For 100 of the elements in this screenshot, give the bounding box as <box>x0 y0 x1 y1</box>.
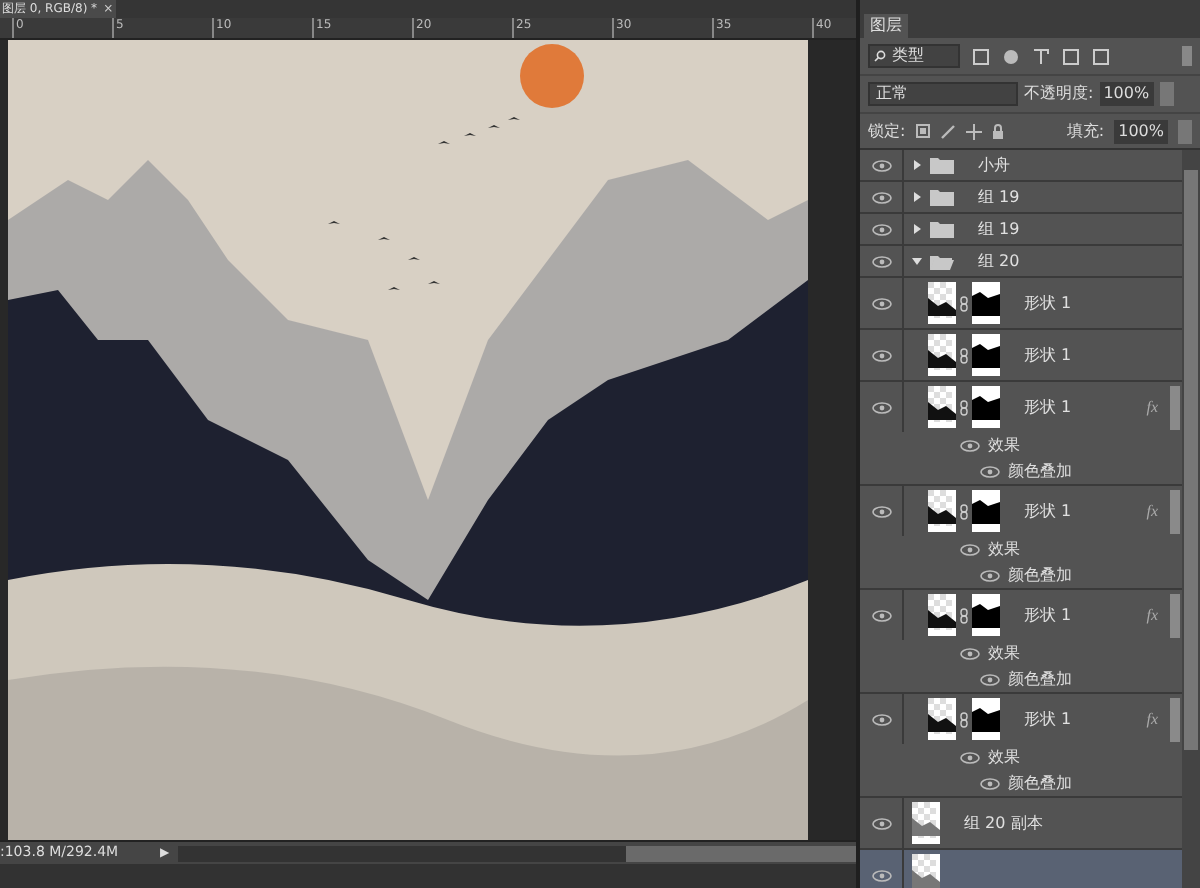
eye-icon[interactable] <box>980 673 1000 685</box>
eye-icon[interactable] <box>960 543 980 555</box>
opacity-slider-button[interactable] <box>1159 82 1174 106</box>
effects-label: 效果 <box>988 537 1020 561</box>
eye-icon[interactable] <box>980 777 1000 789</box>
fx-label: fx <box>1146 395 1158 419</box>
search-icon <box>874 50 886 62</box>
text-filter-icon[interactable] <box>1032 47 1050 65</box>
layer-thumbnail <box>912 802 940 844</box>
eye-icon[interactable] <box>871 505 891 517</box>
fx-label: fx <box>1146 707 1158 731</box>
brush-icon[interactable] <box>939 123 956 139</box>
layer-name: 形状 1 <box>1024 291 1072 315</box>
link-icon <box>960 711 968 727</box>
layer-row[interactable]: 形状 1 <box>860 278 1182 330</box>
layer-row[interactable]: 形状 1 fx 效果 颜色叠加 <box>860 382 1182 486</box>
layer-thumbnail <box>928 334 956 376</box>
eye-icon[interactable] <box>871 223 891 235</box>
adjustment-filter-icon[interactable] <box>1002 47 1020 65</box>
effects-toggle[interactable] <box>1170 385 1180 429</box>
vertical-scrollbar[interactable] <box>1182 150 1200 888</box>
link-icon <box>960 607 968 623</box>
disclosure-triangle-icon[interactable] <box>912 224 922 234</box>
layer-row[interactable]: 形状 1 <box>860 330 1182 382</box>
layer-name: 形状 1 <box>1024 395 1072 419</box>
effects-label: 效果 <box>988 745 1020 769</box>
disclosure-triangle-icon[interactable] <box>912 160 922 170</box>
eye-icon[interactable] <box>871 159 891 171</box>
fx-label: fx <box>1146 603 1158 627</box>
lock-label: 锁定: <box>868 119 906 143</box>
layer-row[interactable]: 小舟 <box>860 150 1182 182</box>
layer-thumbnail <box>928 282 956 324</box>
layer-thumbnail <box>928 698 956 740</box>
link-icon <box>960 503 968 519</box>
layer-row[interactable]: 组 20 副本 <box>860 798 1182 850</box>
effects-toggle[interactable] <box>1170 489 1180 533</box>
layer-row[interactable]: 组 19 <box>860 214 1182 246</box>
effects-toggle[interactable] <box>1170 593 1180 637</box>
layer-row[interactable]: 形状 1 fx 效果 颜色叠加 <box>860 694 1182 798</box>
disclosure-triangle-icon[interactable] <box>912 256 922 266</box>
effect-name: 颜色叠加 <box>1008 459 1072 483</box>
layer-thumbnail <box>928 490 956 532</box>
pixel-filter-icon[interactable] <box>972 47 990 65</box>
folder-icon <box>930 157 954 173</box>
link-icon <box>960 399 968 415</box>
lock-pixels-icon[interactable] <box>915 124 930 138</box>
layer-name: 形状 1 <box>1024 603 1072 627</box>
shape-filter-icon[interactable] <box>1062 47 1080 65</box>
mask-thumbnail <box>972 334 1000 376</box>
effects-label: 效果 <box>988 641 1020 665</box>
eye-icon[interactable] <box>871 191 891 203</box>
link-icon <box>960 295 968 311</box>
eye-icon[interactable] <box>871 401 891 413</box>
eye-icon[interactable] <box>871 609 891 621</box>
eye-icon[interactable] <box>871 297 891 309</box>
effect-name: 颜色叠加 <box>1008 667 1072 691</box>
layer-thumbnail <box>928 594 956 636</box>
effect-name: 颜色叠加 <box>1008 563 1072 587</box>
layer-name: 组 20 副本 <box>964 811 1043 835</box>
horizontal-scrollbar[interactable] <box>177 845 856 861</box>
folder-icon <box>930 221 954 237</box>
eye-icon[interactable] <box>960 751 980 763</box>
opacity-label: 不透明度: <box>1024 82 1094 106</box>
eye-icon[interactable] <box>980 569 1000 581</box>
layer-row[interactable]: 形状 1 fx 效果 颜色叠加 <box>860 486 1182 590</box>
layer-name: 形状 1 <box>1024 499 1072 523</box>
mask-thumbnail <box>972 282 1000 324</box>
effects-toggle[interactable] <box>1170 697 1180 741</box>
layer-row[interactable]: 组 20 <box>860 246 1182 278</box>
layer-name: 形状 1 <box>1024 707 1072 731</box>
eye-icon[interactable] <box>960 647 980 659</box>
layer-row[interactable] <box>860 850 1182 888</box>
mask-thumbnail <box>972 698 1000 740</box>
layer-name: 形状 1 <box>1024 343 1072 367</box>
layer-name: 小舟 <box>978 153 1010 177</box>
filter-dropdown[interactable]: 类型 <box>868 44 960 68</box>
layer-row[interactable]: 组 19 <box>860 182 1182 214</box>
fill-slider-button[interactable] <box>1178 119 1192 143</box>
eye-icon[interactable] <box>871 255 891 267</box>
eye-icon[interactable] <box>871 869 891 881</box>
folder-icon <box>930 189 954 205</box>
layer-row[interactable]: 形状 1 fx 效果 颜色叠加 <box>860 590 1182 694</box>
layers-tab[interactable]: 图层 <box>864 14 908 38</box>
move-icon[interactable] <box>965 123 982 139</box>
eye-icon[interactable] <box>980 465 1000 477</box>
layer-name: 组 20 <box>978 249 1020 273</box>
opacity-field[interactable]: 100% <box>1099 82 1154 106</box>
fill-field[interactable]: 100% <box>1114 119 1168 143</box>
smart-object-filter-icon[interactable] <box>1092 47 1110 65</box>
blend-mode-select[interactable]: 正常 <box>868 82 1018 106</box>
mask-thumbnail <box>972 594 1000 636</box>
eye-icon[interactable] <box>871 349 891 361</box>
effects-label: 效果 <box>988 433 1020 457</box>
disclosure-triangle-icon[interactable] <box>912 192 922 202</box>
eye-icon[interactable] <box>871 817 891 829</box>
eye-icon[interactable] <box>960 439 980 451</box>
filter-toggle[interactable] <box>1182 46 1192 66</box>
lock-icon[interactable] <box>991 123 1004 139</box>
fx-label: fx <box>1146 499 1158 523</box>
eye-icon[interactable] <box>871 713 891 725</box>
